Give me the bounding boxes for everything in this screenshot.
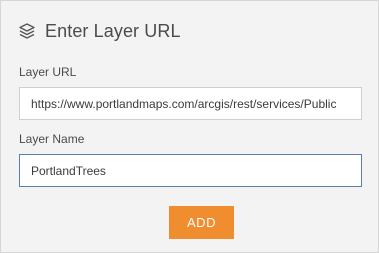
layer-name-label: Layer Name: [19, 132, 85, 146]
layers-icon: [18, 22, 36, 40]
add-layer-panel: Enter Layer URL Layer URL Layer Name ADD: [0, 0, 379, 253]
layer-name-input[interactable]: [19, 154, 362, 187]
add-button[interactable]: ADD: [169, 206, 234, 239]
panel-header: Enter Layer URL: [18, 19, 181, 43]
layer-url-input[interactable]: [19, 87, 362, 120]
layer-url-label: Layer URL: [19, 65, 77, 79]
panel-title: Enter Layer URL: [45, 20, 181, 41]
